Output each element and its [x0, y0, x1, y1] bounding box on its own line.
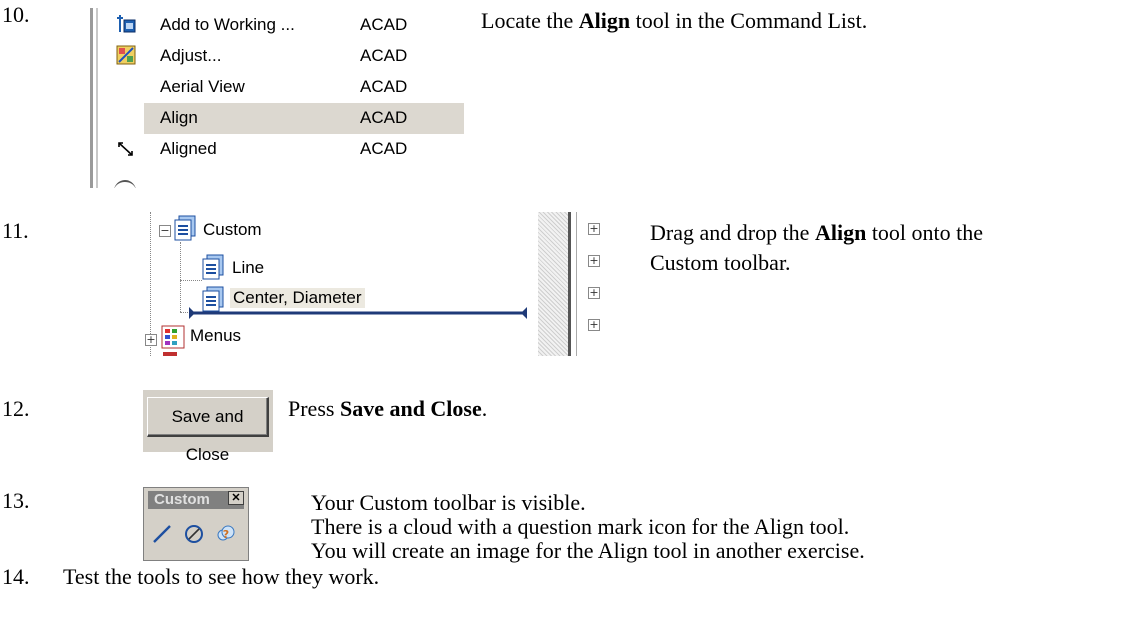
panel-divider [568, 212, 571, 356]
text: tool in the Command List. [630, 8, 868, 33]
tree-line [180, 242, 181, 312]
aligned-dimension-icon [118, 142, 133, 156]
command-source: ACAD [360, 15, 408, 34]
command-node-icon [202, 254, 224, 280]
tree-item-custom[interactable]: Custom [203, 220, 262, 240]
tree-line [180, 280, 202, 281]
command-source: ACAD [360, 139, 408, 158]
step-14-text: Test the tools to see how they work. [63, 564, 380, 589]
tree-item-menus[interactable]: Menus [190, 326, 241, 346]
command-name: Add to Working ... [160, 15, 295, 34]
step-11-text-line2: Custom toolbar. [650, 250, 791, 275]
step-number-10: 10. [2, 2, 30, 27]
partial-row-icon [114, 180, 136, 188]
expand-button[interactable]: + [588, 287, 600, 299]
drop-indicator [189, 307, 527, 319]
command-source: ACAD [360, 46, 408, 65]
step-number-13: 13. [2, 488, 30, 513]
close-icon[interactable]: ✕ [228, 491, 244, 505]
cloud-question-icon[interactable]: ? [214, 522, 238, 546]
command-name: Aligned [160, 139, 217, 158]
line-tool-icon[interactable] [150, 522, 174, 546]
add-to-working-icon [117, 15, 136, 33]
custom-toolbar: Custom ✕ ? [143, 487, 249, 561]
step-11-text-line1: Drag and drop the Align tool onto the [650, 220, 983, 246]
expand-button[interactable]: + [588, 255, 600, 267]
partial-item-icon [163, 352, 177, 356]
step-10-text: Locate the Align tool in the Command Lis… [481, 8, 867, 34]
step-12-text: Press Save and Close. [288, 396, 487, 422]
command-name: Align [160, 108, 198, 127]
step-number-12: 12. [2, 396, 30, 421]
text: Drag and drop the [650, 220, 815, 245]
panel-divider-inner [576, 212, 577, 356]
svg-text:?: ? [223, 528, 229, 541]
command-row-align[interactable]: Align ACAD [90, 103, 464, 134]
command-row-add-to-working[interactable]: Add to Working ... ACAD [90, 10, 464, 41]
command-list: Add to Working ... ACAD Adjust... ACAD A… [90, 8, 464, 188]
splitter-area [538, 212, 570, 356]
save-and-close-button[interactable]: Save and Close [147, 397, 269, 464]
text: tool onto the [866, 220, 984, 245]
text: Press [288, 396, 340, 421]
bold-text: Align [578, 8, 631, 33]
expand-button[interactable]: + [588, 223, 600, 235]
toolbar-node-icon [174, 215, 196, 241]
step-13-text-line1: Your Custom toolbar is visible. [311, 490, 586, 515]
step-13-text-line3: You will create an image for the Align t… [311, 538, 865, 563]
text: Locate the [481, 8, 579, 33]
tree-item-line[interactable]: Line [232, 258, 264, 278]
bold-text: Align [814, 220, 867, 245]
menus-icon [161, 325, 185, 349]
circle-diameter-icon[interactable] [182, 522, 206, 546]
step-number-11: 11. [2, 218, 29, 243]
expand-button[interactable]: + [588, 319, 600, 331]
bold-text: Save and Close [339, 396, 482, 421]
collapse-button[interactable]: − [159, 225, 171, 237]
command-source: ACAD [360, 108, 408, 127]
expand-button[interactable]: + [145, 334, 157, 346]
step-13-text-line2: There is a cloud with a question mark ic… [311, 514, 850, 539]
command-name: Adjust... [160, 46, 222, 65]
step-number-14: 14. [2, 564, 30, 589]
text: . [481, 396, 488, 421]
command-source: ACAD [360, 77, 408, 96]
customize-tree: − Custom Line Center, Diameter + Menus [145, 212, 605, 356]
command-row-adjust[interactable]: Adjust... ACAD [90, 41, 464, 72]
tree-item-center-diameter[interactable]: Center, Diameter [230, 288, 365, 308]
adjust-icon [116, 45, 136, 65]
command-row-aerial-view[interactable]: Aerial View ACAD [90, 72, 464, 103]
command-row-aligned[interactable]: Aligned ACAD [90, 134, 464, 165]
command-name: Aerial View [160, 77, 245, 96]
